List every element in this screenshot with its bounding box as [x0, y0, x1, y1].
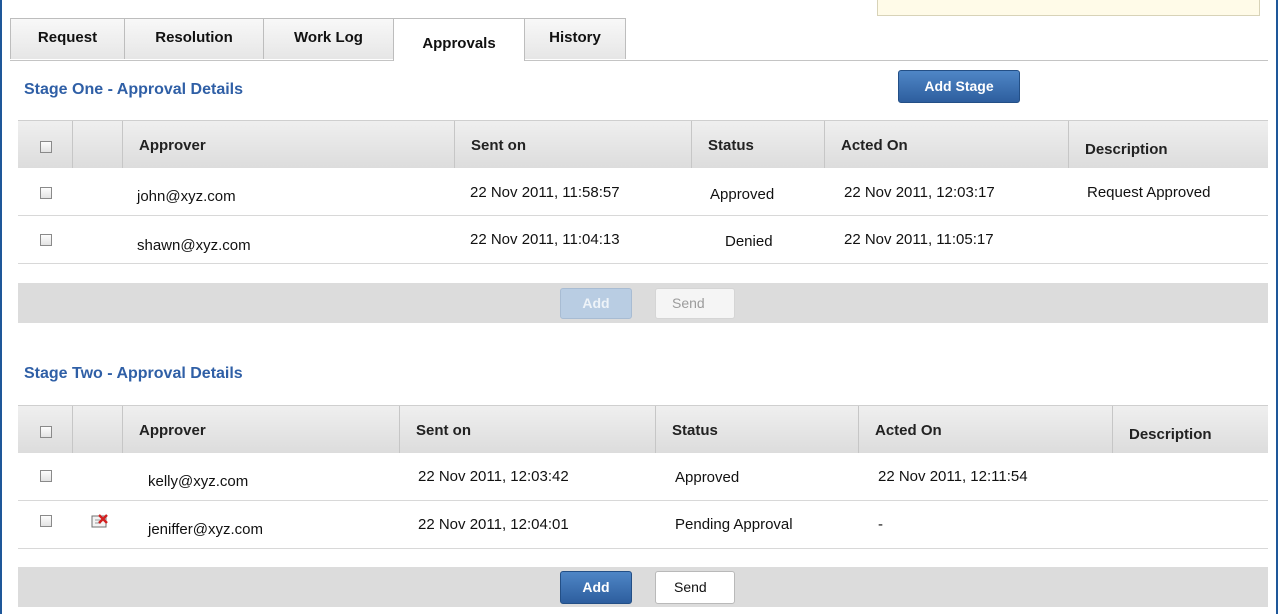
acted-on-header[interactable]: Acted On: [859, 406, 1113, 454]
description-header[interactable]: Description: [1113, 406, 1268, 454]
send-button[interactable]: Send: [655, 288, 735, 319]
stage-two-table: Approver Sent on Status Acted On Descrip…: [18, 405, 1268, 614]
sent-on-header[interactable]: Sent on: [400, 406, 656, 454]
approver-header[interactable]: Approver: [123, 121, 455, 169]
status-value: Denied: [725, 233, 773, 250]
approver-email: kelly@xyz.com: [148, 473, 249, 490]
status-value: Approved: [710, 186, 775, 203]
select-all-cell: [18, 121, 73, 169]
acted-on-value: 22 Nov 2011, 12:11:54: [878, 468, 1028, 485]
icon-column-header: [73, 121, 123, 169]
stage-one-table: Approver Sent on Status Acted On Descrip…: [18, 120, 1268, 326]
approver-email: shawn@xyz.com: [137, 237, 251, 254]
sent-on-value: 22 Nov 2011, 11:58:57: [470, 184, 620, 201]
select-all-checkbox[interactable]: [40, 141, 52, 153]
tab-history[interactable]: History: [524, 18, 626, 59]
add-stage-button[interactable]: Add Stage: [898, 70, 1020, 103]
add-button[interactable]: Add: [560, 288, 632, 319]
delete-approver-icon[interactable]: [91, 513, 109, 529]
table-row[interactable]: jeniffer@xyz.com 22 Nov 2011, 12:04:01 P…: [18, 501, 1268, 549]
status-value: Pending Approval: [675, 516, 793, 533]
send-button[interactable]: Send: [655, 571, 735, 604]
select-all-cell: [18, 406, 73, 454]
stage-two-title: Stage Two - Approval Details: [24, 365, 243, 382]
stage-two-action-bar: Add Send: [18, 567, 1268, 607]
select-all-checkbox[interactable]: [40, 426, 52, 438]
status-value: Approved: [675, 469, 740, 486]
acted-on-value: 22 Nov 2011, 12:03:17: [844, 184, 995, 201]
approver-email: john@xyz.com: [137, 188, 236, 205]
approver-header[interactable]: Approver: [123, 406, 400, 454]
description-header[interactable]: Description: [1069, 121, 1268, 169]
tab-strip: Request Resolution Work Log Approvals Hi…: [10, 18, 1268, 61]
status-header[interactable]: Status: [692, 121, 825, 169]
sent-on-value: 22 Nov 2011, 12:04:01: [418, 516, 569, 533]
tab-resolution[interactable]: Resolution: [124, 18, 264, 59]
sent-on-header[interactable]: Sent on: [455, 121, 692, 169]
acted-on-header[interactable]: Acted On: [825, 121, 1069, 169]
sent-on-value: 22 Nov 2011, 11:04:13: [470, 231, 620, 248]
status-header[interactable]: Status: [656, 406, 859, 454]
table-header: Approver Sent on Status Acted On Descrip…: [18, 120, 1268, 169]
table-header: Approver Sent on Status Acted On Descrip…: [18, 405, 1268, 454]
tab-request[interactable]: Request: [10, 18, 125, 59]
tab-approvals[interactable]: Approvals: [393, 18, 525, 61]
sent-on-value: 22 Nov 2011, 12:03:42: [418, 468, 569, 485]
row-checkbox[interactable]: [40, 515, 52, 527]
table-row[interactable]: kelly@xyz.com 22 Nov 2011, 12:03:42 Appr…: [18, 453, 1268, 501]
row-checkbox[interactable]: [40, 470, 52, 482]
add-button[interactable]: Add: [560, 571, 632, 604]
approver-email: jeniffer@xyz.com: [148, 521, 263, 538]
stage-one-title: Stage One - Approval Details: [24, 81, 244, 98]
table-row[interactable]: shawn@xyz.com 22 Nov 2011, 11:04:13 Deni…: [18, 216, 1268, 264]
tab-work-log[interactable]: Work Log: [263, 18, 394, 59]
top-info-box: [877, 0, 1260, 16]
row-checkbox[interactable]: [40, 234, 52, 246]
table-row[interactable]: john@xyz.com 22 Nov 2011, 11:58:57 Appro…: [18, 168, 1268, 216]
stage-one-action-bar: Add Send: [18, 283, 1268, 323]
acted-on-value: 22 Nov 2011, 11:05:17: [844, 231, 994, 248]
acted-on-value: -: [878, 516, 883, 533]
icon-column-header: [73, 406, 123, 454]
description-value: Request Approved: [1087, 184, 1211, 201]
row-checkbox[interactable]: [40, 187, 52, 199]
